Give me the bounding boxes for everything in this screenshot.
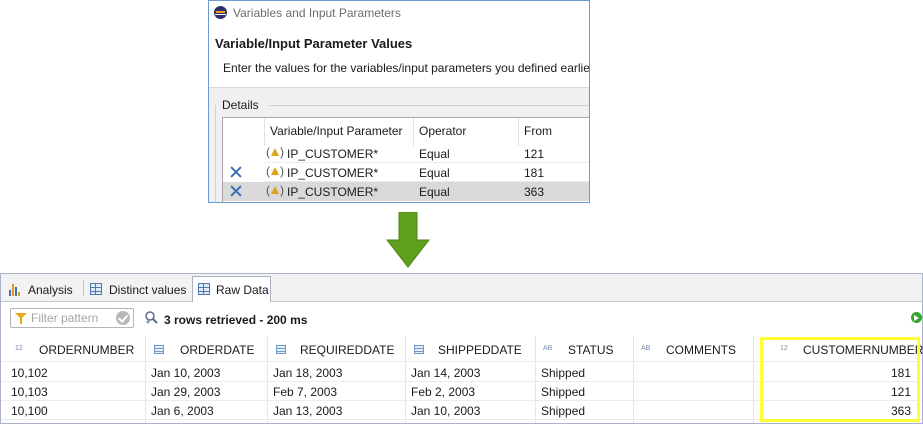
date-type-icon [154, 345, 164, 354]
parameter-operator[interactable]: Equal [419, 147, 450, 161]
parameter-row-selected[interactable]: () IP_CUSTOMER* Equal 363 [223, 182, 589, 201]
parameter-icon: () [266, 145, 284, 159]
eclipse-app-icon [214, 6, 227, 19]
column-header-operator[interactable]: Operator [419, 124, 466, 138]
tab-label: Analysis [28, 283, 73, 297]
tab-label: Raw Data [216, 283, 269, 297]
rows-retrieved-status: 3 rows retrieved - 200 ms [164, 313, 308, 327]
dialog-heading: Variable/Input Parameter Values [215, 36, 413, 51]
column-header-ordernumber[interactable]: ORDERNUMBER [39, 343, 134, 357]
cell-orderdate[interactable]: Jan 6, 2003 [151, 404, 214, 418]
parameter-from[interactable]: 181 [524, 166, 544, 180]
column-header-parameter[interactable]: Variable/Input Parameter [270, 124, 403, 138]
parameter-operator[interactable]: Equal [419, 185, 450, 199]
parameters-table: Variable/Input Parameter Operator From (… [222, 117, 589, 202]
input-parameters-dialog: Variables and Input Parameters Variable/… [208, 0, 590, 203]
cell-shippeddate[interactable]: Jan 10, 2003 [411, 404, 480, 418]
bar-chart-icon [9, 284, 21, 296]
column-divider [264, 118, 265, 146]
tab-distinct-values[interactable]: Distinct values [87, 277, 189, 300]
column-header-status[interactable]: STATUS [568, 343, 614, 357]
date-type-icon [276, 345, 286, 354]
parameter-from[interactable]: 363 [524, 185, 544, 199]
cell-ordernumber[interactable]: 10,100 [11, 404, 48, 418]
remove-x-icon[interactable] [230, 185, 242, 197]
cell-requireddate[interactable]: Feb 7, 2003 [273, 385, 337, 399]
filter-input[interactable] [31, 311, 111, 325]
date-type-icon [414, 345, 424, 354]
results-toolbar [1, 302, 922, 335]
parameter-row[interactable]: () IP_CUSTOMER* Equal 181 [223, 163, 589, 182]
parameter-row[interactable]: () IP_CUSTOMER* Equal 121 [223, 144, 589, 163]
tab-raw-data[interactable]: Raw Data [192, 276, 271, 302]
cell-status[interactable]: Shipped [541, 404, 585, 418]
cell-requireddate[interactable]: Jan 13, 2003 [273, 404, 342, 418]
column-divider [413, 118, 414, 146]
query-status-icon [145, 311, 158, 324]
column-header-orderdate[interactable]: ORDERDATE [180, 343, 254, 357]
grid-icon [198, 283, 210, 295]
column-header-requireddate[interactable]: REQUIREDDATE [300, 343, 394, 357]
tab-label: Distinct values [109, 283, 187, 297]
tab-divider [83, 280, 84, 296]
tab-analysis[interactable]: Analysis [5, 277, 81, 300]
cell-orderdate[interactable]: Jan 29, 2003 [151, 385, 220, 399]
group-border [215, 105, 216, 202]
cell-shippeddate[interactable]: Jan 14, 2003 [411, 366, 480, 380]
column-header-shippeddate[interactable]: SHIPPEDDATE [438, 343, 522, 357]
cell-shippeddate[interactable]: Feb 2, 2003 [411, 385, 475, 399]
column-divider [518, 118, 519, 146]
cell-requireddate[interactable]: Jan 18, 2003 [273, 366, 342, 380]
group-border [269, 105, 589, 106]
dialog-titlebar: Variables and Input Parameters [209, 1, 589, 25]
run-icon[interactable] [911, 312, 922, 323]
down-arrow-icon [386, 212, 430, 268]
dialog-description: Enter the values for the variables/input… [223, 61, 590, 75]
numeric-type-icon: 12 [15, 345, 23, 352]
details-group-label: Details [222, 98, 259, 112]
dialog-header-band [209, 26, 589, 86]
text-type-icon: AB [641, 345, 651, 352]
dialog-title: Variables and Input Parameters [233, 6, 401, 20]
table-icon [90, 283, 102, 295]
column-header-comments[interactable]: COMMENTS [666, 343, 736, 357]
cell-status[interactable]: Shipped [541, 385, 585, 399]
column-header-from[interactable]: From [524, 124, 552, 138]
cell-orderdate[interactable]: Jan 10, 2003 [151, 366, 220, 380]
parameter-from[interactable]: 121 [524, 147, 544, 161]
customernumber-highlight [760, 337, 920, 422]
text-type-icon: AB [543, 345, 553, 352]
apply-filter-icon[interactable] [116, 311, 130, 325]
parameter-name: IP_CUSTOMER* [287, 166, 379, 180]
filter-box[interactable] [10, 308, 134, 328]
tab-bar: Analysis Distinct values Raw Data [1, 274, 922, 302]
parameter-icon: () [266, 183, 284, 197]
remove-x-icon[interactable] [230, 166, 242, 178]
parameter-operator[interactable]: Equal [419, 166, 450, 180]
cell-status[interactable]: Shipped [541, 366, 585, 380]
cell-ordernumber[interactable]: 10,102 [11, 366, 48, 380]
filter-icon [15, 313, 27, 324]
parameter-icon: () [266, 164, 284, 178]
parameter-name: IP_CUSTOMER* [287, 147, 379, 161]
cell-ordernumber[interactable]: 10,103 [11, 385, 48, 399]
parameter-name: IP_CUSTOMER* [287, 185, 379, 199]
